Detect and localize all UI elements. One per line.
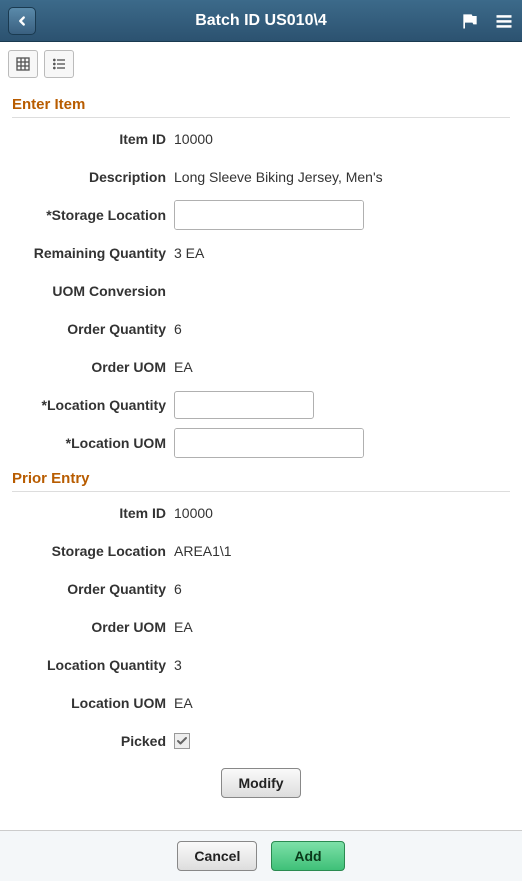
prior-storage-location-value: AREA1\1 xyxy=(174,543,232,559)
prior-location-uom-label: Location UOM xyxy=(12,695,174,711)
prior-order-qty-value: 6 xyxy=(174,581,182,597)
description-label: Description xyxy=(12,169,174,185)
view-toolbar xyxy=(0,42,522,82)
item-id-label: Item ID xyxy=(12,131,174,147)
cancel-button[interactable]: Cancel xyxy=(177,841,257,871)
storage-location-input[interactable] xyxy=(175,201,364,229)
picked-label: Picked xyxy=(12,733,174,749)
add-button[interactable]: Add xyxy=(271,841,344,871)
storage-location-field xyxy=(174,200,364,230)
list-view-button[interactable] xyxy=(44,50,74,78)
page-title: Batch ID US010\4 xyxy=(195,12,327,30)
remaining-qty-label: Remaining Quantity xyxy=(12,245,174,261)
prior-location-uom-value: EA xyxy=(174,695,193,711)
menu-icon[interactable] xyxy=(494,11,514,31)
location-qty-input[interactable] xyxy=(174,391,314,419)
remaining-qty-value: 3 EA xyxy=(174,245,204,261)
location-qty-label: *Location Quantity xyxy=(12,397,174,413)
prior-order-qty-label: Order Quantity xyxy=(12,581,174,597)
picked-checkbox xyxy=(174,733,190,749)
prior-location-qty-label: Location Quantity xyxy=(12,657,174,673)
location-uom-field xyxy=(174,428,364,458)
storage-location-label: *Storage Location xyxy=(12,207,174,223)
section-enter-item-title: Enter Item xyxy=(12,90,510,118)
location-uom-label: *Location UOM xyxy=(12,435,174,451)
uom-conversion-label: UOM Conversion xyxy=(12,283,174,299)
prior-order-uom-label: Order UOM xyxy=(12,619,174,635)
prior-location-qty-value: 3 xyxy=(174,657,182,673)
order-qty-value: 6 xyxy=(174,321,182,337)
grid-view-button[interactable] xyxy=(8,50,38,78)
order-qty-label: Order Quantity xyxy=(12,321,174,337)
footer-actions: Cancel Add xyxy=(0,830,522,881)
order-uom-label: Order UOM xyxy=(12,359,174,375)
item-id-value: 10000 xyxy=(174,131,213,147)
back-button[interactable] xyxy=(8,7,36,35)
prior-order-uom-value: EA xyxy=(174,619,193,635)
prior-item-id-label: Item ID xyxy=(12,505,174,521)
flag-icon[interactable] xyxy=(460,11,480,31)
order-uom-value: EA xyxy=(174,359,193,375)
prior-storage-location-label: Storage Location xyxy=(12,543,174,559)
location-uom-input[interactable] xyxy=(175,429,364,457)
modify-button[interactable]: Modify xyxy=(221,768,300,798)
section-prior-entry-title: Prior Entry xyxy=(12,464,510,492)
prior-item-id-value: 10000 xyxy=(174,505,213,521)
description-value: Long Sleeve Biking Jersey, Men's xyxy=(174,169,383,185)
app-header: Batch ID US010\4 xyxy=(0,0,522,42)
